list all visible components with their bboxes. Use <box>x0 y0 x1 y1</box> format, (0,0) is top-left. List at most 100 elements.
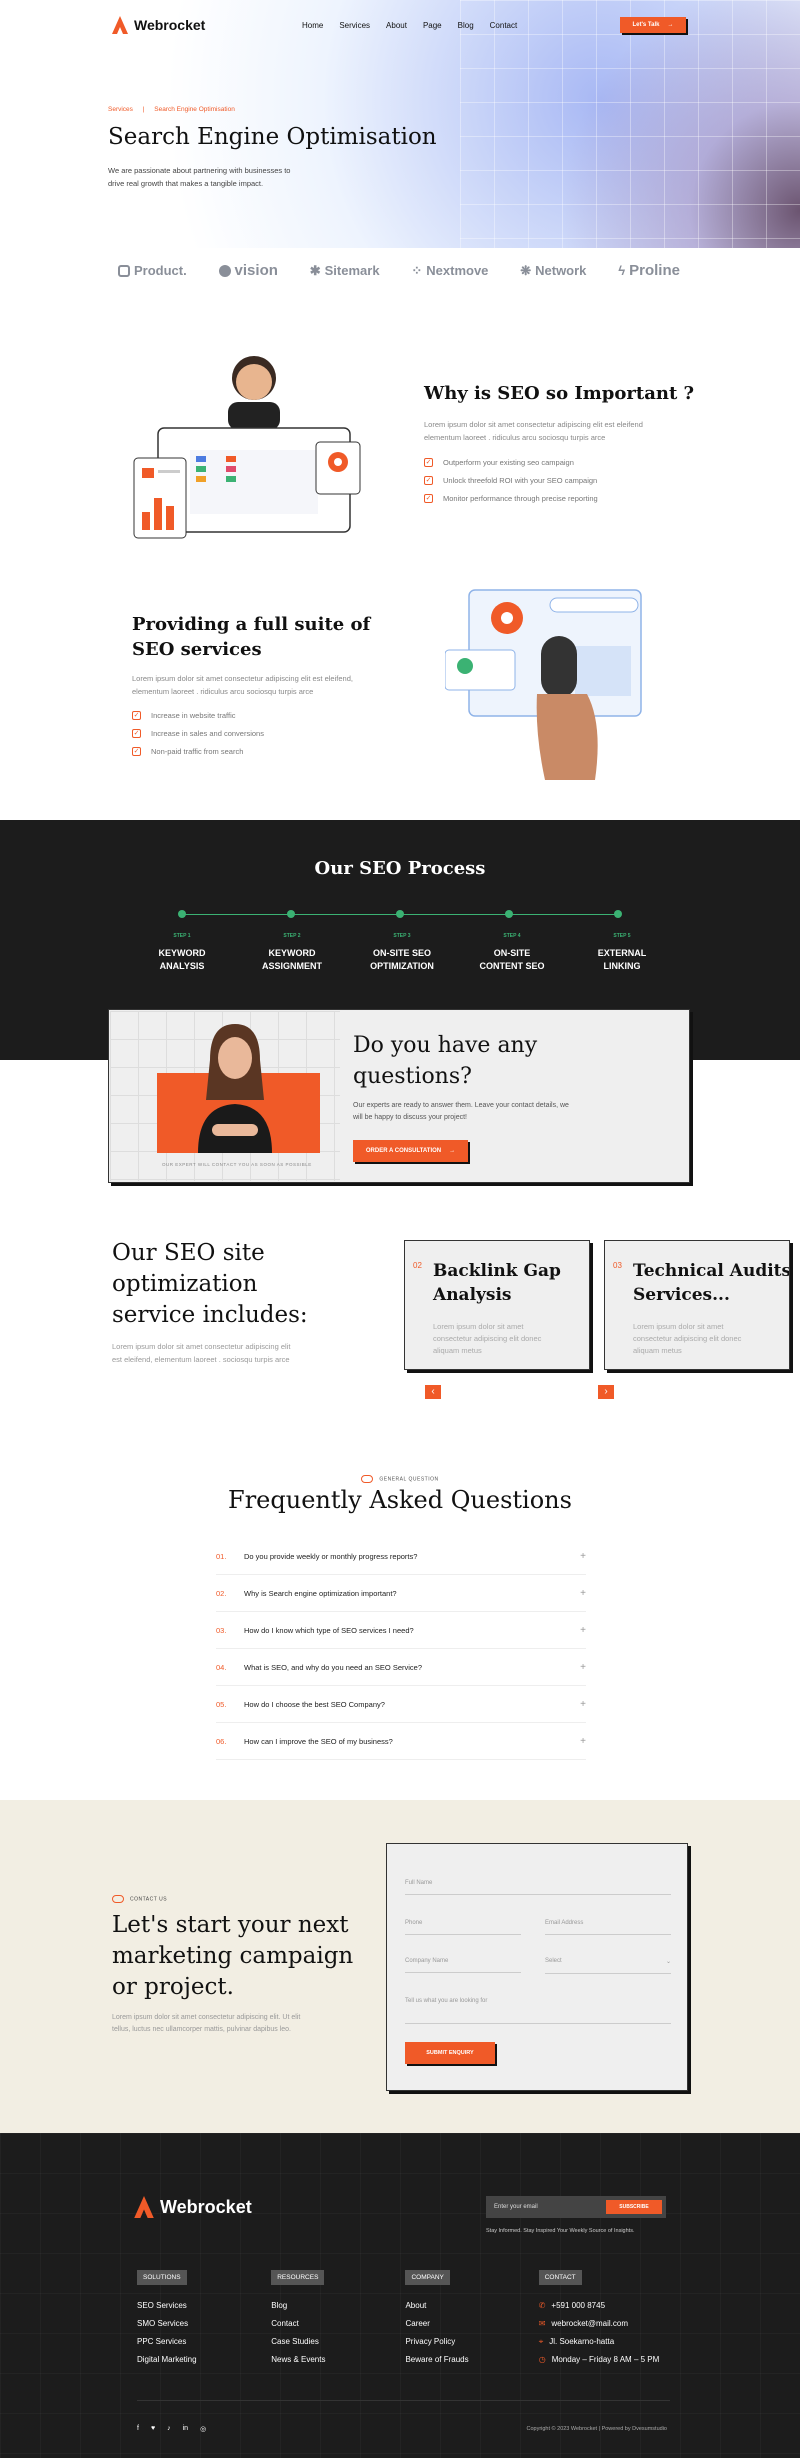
brand-network: ❋ Network <box>520 262 586 279</box>
footer-link[interactable]: PPC Services <box>137 2333 271 2351</box>
why-title: Why is SEO so Important ? <box>424 383 695 404</box>
footer-link-list: Blog Contact Case Studies News & Events <box>271 2297 405 2369</box>
faq-item[interactable]: 03. How do I know which type of SEO servi… <box>216 1612 586 1649</box>
faq-item[interactable]: 04. What is SEO, and why do you need an S… <box>216 1649 586 1686</box>
faq-item[interactable]: 06. How can I improve the SEO of my busin… <box>216 1723 586 1760</box>
expert-photo <box>198 1024 272 1153</box>
contact-text: Lorem ipsum dolor sit amet consectetur a… <box>112 2012 300 2036</box>
service-card[interactable]: 03 Technical Audits Services... Lorem ip… <box>604 1240 790 1370</box>
footer-link[interactable]: Digital Marketing <box>137 2351 271 2369</box>
nav-about[interactable]: About <box>386 21 407 30</box>
order-consultation-button[interactable]: ORDER A CONSULTATION → <box>353 1140 468 1162</box>
step-dot-icon <box>614 910 622 918</box>
process-step: STEP 1 KEYWORD ANALYSIS <box>132 930 232 973</box>
rocket-logo-icon <box>134 2196 154 2218</box>
company-name-field[interactable]: Company Name <box>405 1958 521 1973</box>
footer-link[interactable]: Beware of Frauds <box>405 2351 538 2369</box>
bolt-logo-icon: ϟ <box>618 263 626 278</box>
logo-text: Webrocket <box>134 17 206 33</box>
contact-title-line: or project. <box>112 1974 234 2000</box>
step-title: KEYWORD <box>158 948 206 958</box>
footer-contact-text: webrocket@mail.com <box>551 2319 628 2328</box>
suite-text: Lorem ipsum dolor sit amet consectetur a… <box>132 672 353 698</box>
contact-tag: CONTACT US <box>112 1895 167 1903</box>
card-number: 02 <box>413 1261 422 1270</box>
faq-list: 01. Do you provide weekly or monthly prog… <box>216 1538 586 1760</box>
contact-title: Let's start your next marketing campaign… <box>112 1910 353 2003</box>
footer-logo[interactable]: Webrocket <box>134 2196 252 2218</box>
footer-link[interactable]: Contact <box>271 2315 405 2333</box>
submit-enquiry-button[interactable]: SUBMIT ENQUIRY <box>405 2042 495 2064</box>
footer-link[interactable]: Privacy Policy <box>405 2333 538 2351</box>
footer-contact-item[interactable]: ✉ webrocket@mail.com <box>539 2315 667 2333</box>
full-name-field[interactable]: Full Name <box>405 1880 671 1895</box>
list-item-text: Increase in sales and conversions <box>151 729 264 738</box>
instagram-icon[interactable]: ◎ <box>200 2425 206 2433</box>
process-title: Our SEO Process <box>314 858 486 879</box>
brand-name: Network <box>535 263 587 278</box>
faq-item[interactable]: 05. How do I choose the best SEO Company?… <box>216 1686 586 1723</box>
newsletter-email-input[interactable]: Enter your email <box>494 2204 538 2210</box>
contact-title-line: marketing campaign <box>112 1943 354 1969</box>
footer-contact-text: Monday – Friday 8 AM – 5 PM <box>551 2355 660 2364</box>
service-select[interactable]: Select ⌄ <box>545 1958 671 1974</box>
header-logo[interactable]: Webrocket <box>112 16 205 34</box>
suite-text-line: Lorem ipsum dolor sit amet consectetur a… <box>132 674 353 683</box>
tiktok-icon[interactable]: ♪ <box>167 2425 171 2433</box>
footer-link[interactable]: Career <box>405 2315 538 2333</box>
nav-page[interactable]: Page <box>423 21 442 30</box>
footer-column-heading: CONTACT <box>538 2270 582 2285</box>
email-field[interactable]: Email Address <box>545 1920 671 1935</box>
plus-icon: + <box>580 1587 586 1599</box>
social-links: f ♥ ♪ in ◎ <box>137 2425 206 2433</box>
plus-icon: + <box>580 1735 586 1747</box>
list-item-text: Unlock threefold ROI with your SEO campa… <box>443 476 598 485</box>
linkedin-icon[interactable]: in <box>183 2425 188 2433</box>
subscribe-button[interactable]: SUBSCRIBE <box>606 2200 662 2214</box>
star-logo-icon: ✱ <box>309 262 321 278</box>
breadcrumb-services[interactable]: Services <box>108 106 133 113</box>
nav-services[interactable]: Services <box>339 21 370 30</box>
card-text: Lorem ipsum dolor sit amet consectetur a… <box>633 1321 741 1357</box>
faq-item[interactable]: 01. Do you provide weekly or monthly prog… <box>216 1538 586 1575</box>
footer-link[interactable]: SMO Services <box>137 2315 271 2333</box>
footer-link[interactable]: Blog <box>271 2297 405 2315</box>
dots-logo-icon: ⁘ <box>411 262 423 278</box>
footer-link[interactable]: Case Studies <box>271 2333 405 2351</box>
nav-contact[interactable]: Contact <box>490 21 518 30</box>
contact-tag-text: CONTACT US <box>130 1896 168 1903</box>
service-card[interactable]: 02 Backlink Gap Analysis Lorem ipsum dol… <box>404 1240 590 1370</box>
carousel-prev-button[interactable]: ‹ <box>425 1385 441 1399</box>
list-item: ✓ Monitor performance through precise rep… <box>424 494 598 503</box>
footer-link[interactable]: News & Events <box>271 2351 405 2369</box>
footer-link[interactable]: SEO Services <box>137 2297 271 2315</box>
card-text-line: Lorem ipsum dolor sit amet <box>633 1322 724 1331</box>
card-text-line: aliquam metus <box>433 1346 482 1355</box>
footer-link[interactable]: About <box>405 2297 538 2315</box>
location-pin-icon: ⌖ <box>538 2337 544 2346</box>
plus-icon: + <box>580 1550 586 1562</box>
checkbox-icon: ✓ <box>132 711 141 720</box>
why-text: Lorem ipsum dolor sit amet consectetur a… <box>424 418 643 444</box>
includes-text-line: Lorem ipsum dolor sit amet consectetur a… <box>112 1342 291 1351</box>
twitter-icon[interactable]: ♥ <box>151 2425 155 2433</box>
checkbox-icon: ✓ <box>424 476 433 485</box>
step-dot-icon <box>396 910 404 918</box>
list-item: ✓ Increase in sales and conversions <box>132 729 264 738</box>
faq-item[interactable]: 02. Why is Search engine optimization imp… <box>216 1575 586 1612</box>
nav-blog[interactable]: Blog <box>458 21 474 30</box>
newsletter-form: Enter your email SUBSCRIBE <box>486 2196 666 2218</box>
questions-title: Do you have any questions? <box>353 1030 537 1092</box>
suite-title-line: SEO services <box>132 639 262 660</box>
process-step: STEP 2 KEYWORD ASSIGNMENT <box>242 930 342 973</box>
lets-talk-button[interactable]: Let's Talk → <box>620 17 686 33</box>
footer-contact-item[interactable]: ✆ +591 000 8745 <box>539 2297 667 2315</box>
questions-title-line: questions? <box>353 1064 472 1089</box>
footer-column-resources: RESOURCES Blog Contact Case Studies News… <box>271 2266 405 2369</box>
nav-home[interactable]: Home <box>302 21 323 30</box>
message-field[interactable]: Tell us what you are looking for <box>405 1998 671 2024</box>
phone-field[interactable]: Phone <box>405 1920 521 1935</box>
carousel-next-button[interactable]: › <box>598 1385 614 1399</box>
facebook-icon[interactable]: f <box>137 2425 139 2433</box>
footer-link-list: SEO Services SMO Services PPC Services D… <box>137 2297 271 2369</box>
